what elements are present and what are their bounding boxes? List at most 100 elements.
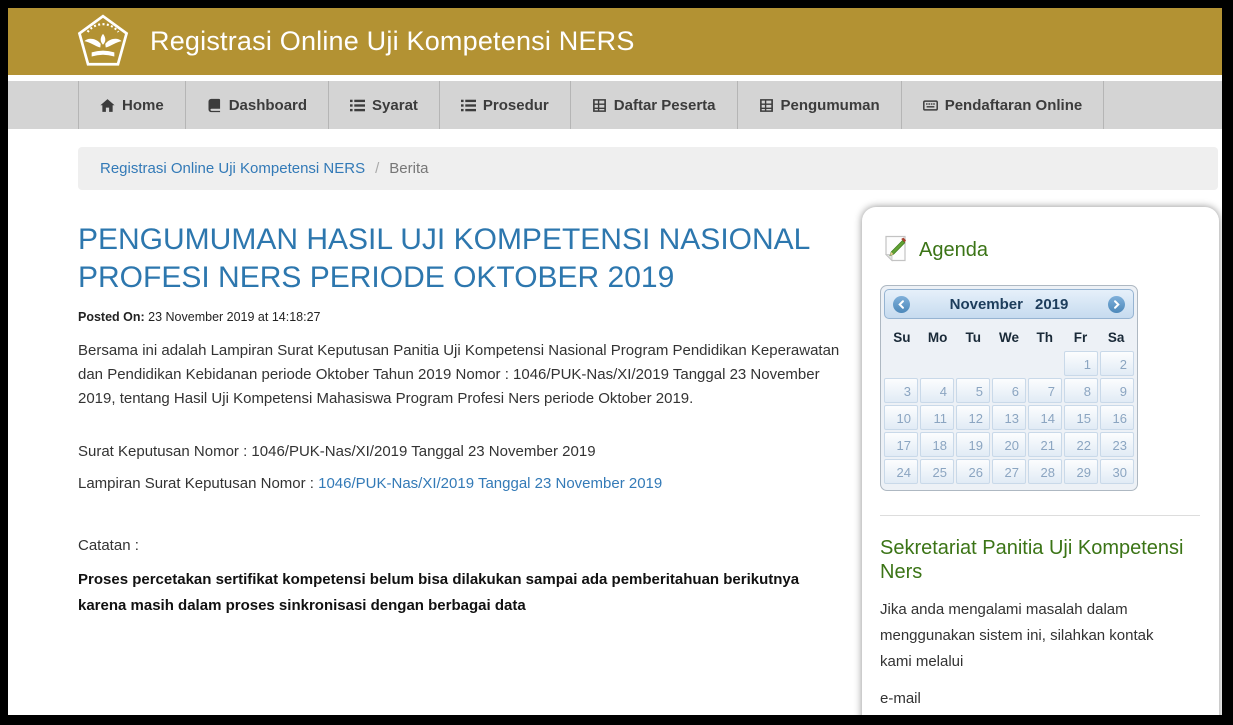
page-title: Registrasi Online Uji Kompetensi NERS — [150, 26, 635, 57]
calendar-month: November — [950, 296, 1023, 313]
calendar-day-cell[interactable]: 18 — [920, 432, 954, 457]
lampiran-link[interactable]: 1046/PUK-Nas/XI/2019 Tanggal 23 November… — [318, 475, 662, 492]
table-icon — [759, 98, 774, 113]
calendar-day-cell[interactable]: 25 — [920, 459, 954, 484]
nav-item-prosedur[interactable]: Prosedur — [440, 81, 571, 129]
calendar-day-cell[interactable]: 15 — [1064, 405, 1098, 430]
nav-item-label: Dashboard — [229, 97, 307, 114]
list-icon — [350, 98, 365, 113]
calendar-day-cell[interactable]: 24 — [884, 459, 918, 484]
calendar-day-cell[interactable]: 3 — [884, 378, 918, 403]
nav-item-pengumuman[interactable]: Pengumuman — [738, 81, 902, 129]
calendar-header: November 2019 — [884, 289, 1134, 319]
nav-item-syarat[interactable]: Syarat — [329, 81, 440, 129]
lampiran-label: Lampiran Surat Keputusan Nomor : — [78, 475, 318, 492]
calendar-day-cell[interactable]: 5 — [956, 378, 990, 403]
calendar-day-cell[interactable]: 16 — [1100, 405, 1134, 430]
home-icon — [100, 98, 115, 113]
agenda-header: Agenda — [882, 235, 1203, 265]
calendar-day-cell[interactable]: 10 — [884, 405, 918, 430]
weekday-label: Mo — [920, 326, 956, 351]
calendar-grid: 1234567891011121314151617181920212223242… — [884, 351, 1134, 484]
calendar-day-cell[interactable]: 2 — [1100, 351, 1134, 376]
nav-item-dashboard[interactable]: Dashboard — [186, 81, 329, 129]
calendar-empty-cell — [884, 351, 918, 376]
calendar-day-cell[interactable]: 8 — [1064, 378, 1098, 403]
pencil-note-icon — [882, 235, 909, 265]
sidebar-card: Agenda November2019 Su Mo Tu We Th — [862, 207, 1219, 725]
weekday-label: Sa — [1098, 326, 1134, 351]
calendar-day-cell[interactable]: 22 — [1064, 432, 1098, 457]
calendar-day-cell[interactable]: 19 — [956, 432, 990, 457]
calendar-day-cell[interactable]: 29 — [1064, 459, 1098, 484]
calendar-year: 2019 — [1035, 296, 1068, 313]
calendar-empty-cell — [920, 351, 954, 376]
calendar-day-cell[interactable]: 6 — [992, 378, 1026, 403]
calendar-day-cell[interactable]: 20 — [992, 432, 1026, 457]
sidebar-divider — [880, 515, 1200, 516]
calendar-prev-button[interactable] — [893, 296, 910, 313]
calendar-empty-cell — [992, 351, 1026, 376]
breadcrumb: Registrasi Online Uji Kompetensi NERS / … — [78, 147, 1218, 190]
weekday-label: Fr — [1063, 326, 1099, 351]
chevron-left-icon — [897, 300, 906, 309]
keyboard-icon — [923, 98, 938, 113]
tut-wuri-handayani-logo-icon — [74, 12, 132, 72]
weekday-label: We — [991, 326, 1027, 351]
nav-item-label: Prosedur — [483, 97, 549, 114]
calendar-day-cell[interactable]: 17 — [884, 432, 918, 457]
calendar-day-cell[interactable]: 9 — [1100, 378, 1134, 403]
calendar-day-cell[interactable]: 12 — [956, 405, 990, 430]
nav-item-label: Daftar Peserta — [614, 97, 716, 114]
posted-on-label: Posted On: — [78, 310, 145, 324]
calendar-next-button[interactable] — [1108, 296, 1125, 313]
sk-number-line: Surat Keputusan Nomor : 1046/PUK-Nas/XI/… — [78, 443, 844, 460]
calendar-day-cell[interactable]: 1 — [1064, 351, 1098, 376]
nav-item-label: Pengumuman — [781, 97, 880, 114]
calendar-day-cell[interactable]: 30 — [1100, 459, 1134, 484]
list-icon — [461, 98, 476, 113]
sekretariat-title: Sekretariat Panitia Uji Kompetensi Ners — [880, 536, 1195, 584]
catatan-label: Catatan : — [78, 537, 844, 554]
calendar-widget: November2019 Su Mo Tu We Th Fr Sa 123456… — [880, 285, 1138, 491]
nav-item-daftar-peserta[interactable]: Daftar Peserta — [571, 81, 738, 129]
calendar-empty-cell — [956, 351, 990, 376]
nav-item-label: Pendaftaran Online — [945, 97, 1083, 114]
calendar-day-cell[interactable]: 28 — [1028, 459, 1062, 484]
calendar-day-cell[interactable]: 4 — [920, 378, 954, 403]
weekday-label: Su — [884, 326, 920, 351]
lampiran-line: Lampiran Surat Keputusan Nomor : 1046/PU… — [78, 475, 844, 492]
calendar-day-cell[interactable]: 27 — [992, 459, 1026, 484]
breadcrumb-separator: / — [375, 160, 379, 177]
email-value: pnukners@gmail.com — [880, 721, 1203, 725]
calendar-day-cell[interactable]: 7 — [1028, 378, 1062, 403]
table-icon — [592, 98, 607, 113]
nav-item-pendaftaran-online[interactable]: Pendaftaran Online — [902, 81, 1105, 129]
main-nav: Home Dashboard Syarat Prosedur Daftar Pe… — [8, 81, 1222, 129]
calendar-day-cell[interactable]: 14 — [1028, 405, 1062, 430]
breadcrumb-current: Berita — [389, 160, 428, 177]
article-title: PENGUMUMAN HASIL UJI KOMPETENSI NASIONAL… — [78, 221, 844, 297]
posted-on-value: 23 November 2019 at 14:18:27 — [145, 310, 321, 324]
page-frame: Registrasi Online Uji Kompetensi NERS Ho… — [0, 0, 1233, 725]
calendar-empty-cell — [1028, 351, 1062, 376]
weekday-label: Tu — [955, 326, 991, 351]
chevron-right-icon — [1112, 300, 1121, 309]
masthead: Registrasi Online Uji Kompetensi NERS — [8, 8, 1222, 75]
calendar-day-cell[interactable]: 23 — [1100, 432, 1134, 457]
nav-item-label: Syarat — [372, 97, 418, 114]
article-body: Bersama ini adalah Lampiran Surat Keputu… — [78, 339, 844, 411]
email-label: e-mail — [880, 690, 1203, 707]
weekday-label: Th — [1027, 326, 1063, 351]
calendar-day-cell[interactable]: 21 — [1028, 432, 1062, 457]
calendar-day-cell[interactable]: 26 — [956, 459, 990, 484]
article: PENGUMUMAN HASIL UJI KOMPETENSI NASIONAL… — [78, 221, 844, 619]
calendar-month-year: November 2019 — [950, 296, 1069, 313]
breadcrumb-home-link[interactable]: Registrasi Online Uji Kompetensi NERS — [100, 160, 365, 177]
agenda-title: Agenda — [919, 239, 988, 262]
nav-item-home[interactable]: Home — [78, 81, 186, 129]
book-icon — [207, 98, 222, 113]
calendar-weekday-row: Su Mo Tu We Th Fr Sa — [884, 326, 1134, 351]
calendar-day-cell[interactable]: 13 — [992, 405, 1026, 430]
calendar-day-cell[interactable]: 11 — [920, 405, 954, 430]
